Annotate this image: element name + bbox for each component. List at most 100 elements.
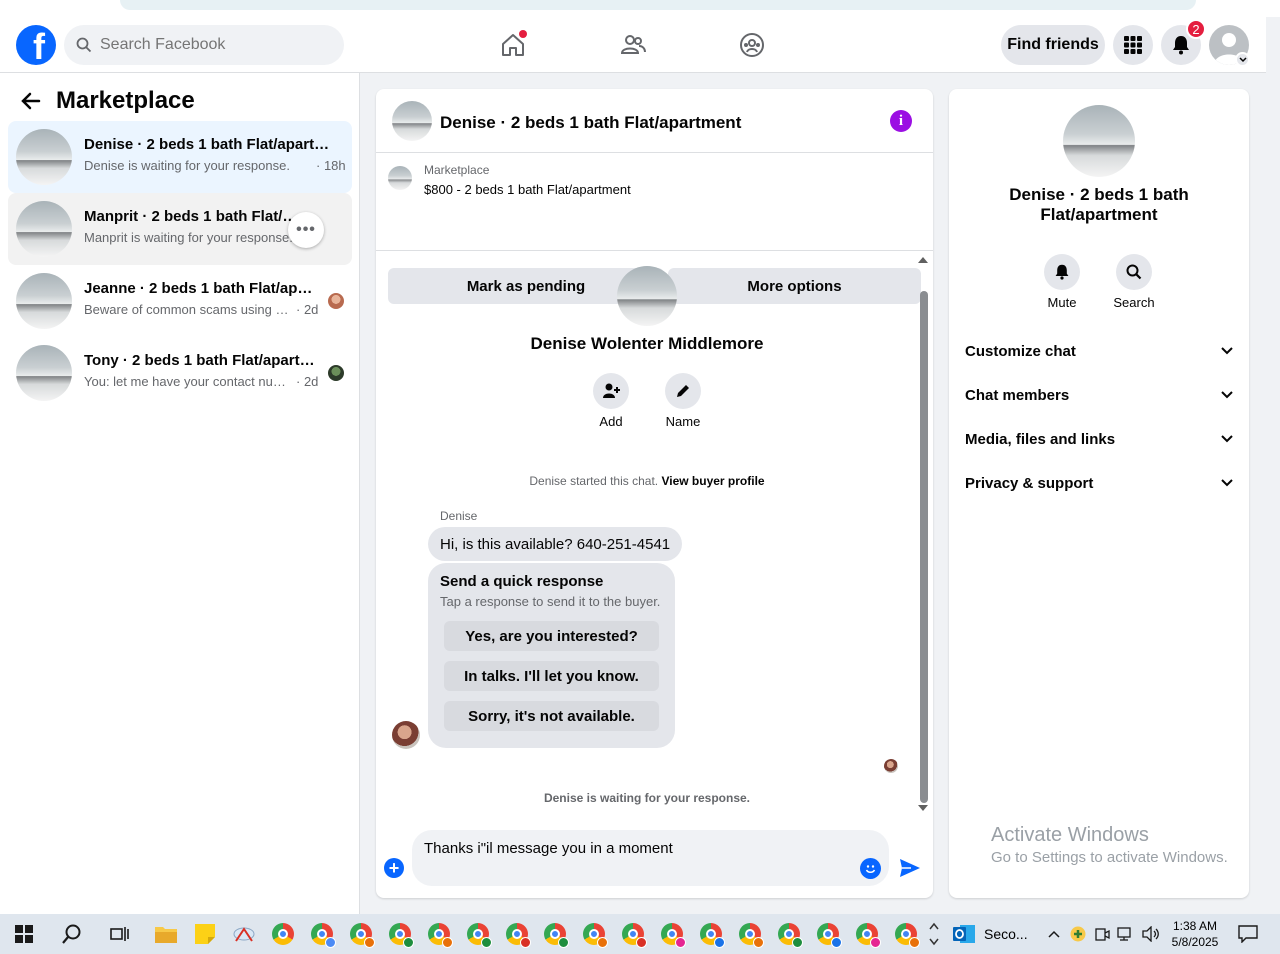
conversation-time: · 2d bbox=[296, 374, 319, 389]
chevron-down-icon[interactable] bbox=[1235, 52, 1250, 67]
conversation-title: Manprit · 2 beds 1 bath Flat/ap... bbox=[84, 208, 304, 225]
conversation-preview: You: let me have your contact num... bbox=[84, 374, 290, 389]
chrome-profile-icon[interactable] bbox=[658, 920, 687, 948]
home-icon[interactable] bbox=[497, 29, 529, 61]
started-text: Denise started this chat. bbox=[529, 474, 659, 488]
action-center-icon[interactable] bbox=[1234, 920, 1262, 948]
quick-reply-button[interactable]: In talks. I'll let you know. bbox=[444, 661, 659, 691]
plus-icon[interactable]: + bbox=[384, 858, 404, 878]
message-composer[interactable]: Thanks i"il message you in a moment bbox=[412, 830, 889, 886]
page-scrollbar[interactable] bbox=[1266, 17, 1280, 914]
chrome-profile-icon[interactable] bbox=[736, 920, 764, 948]
top-navbar: f Find friends 2 bbox=[0, 17, 1266, 73]
profile-badge-icon bbox=[636, 937, 648, 948]
privacy-support-row[interactable]: Privacy & support bbox=[965, 471, 1233, 495]
mute-bell-icon[interactable] bbox=[1044, 254, 1080, 290]
profile-badge-icon bbox=[519, 937, 531, 948]
edit-pencil-icon[interactable] bbox=[665, 373, 701, 409]
sticky-notes-icon[interactable] bbox=[191, 920, 219, 948]
plus-app-icon[interactable] bbox=[1068, 920, 1088, 948]
menu-grid-icon[interactable] bbox=[1113, 25, 1153, 65]
chrome-profile-icon[interactable] bbox=[619, 920, 648, 948]
sidebar-title: Marketplace bbox=[56, 87, 195, 114]
search-input[interactable] bbox=[100, 36, 320, 54]
incoming-message[interactable]: Hi, is this available? 640-251-4541 bbox=[428, 527, 683, 561]
taskbar-clock[interactable]: 1:38 AM 5/8/2025 bbox=[1168, 918, 1222, 950]
network-icon[interactable] bbox=[1116, 920, 1136, 948]
chat-members-row[interactable]: Chat members bbox=[965, 383, 1233, 407]
search-box[interactable] bbox=[64, 25, 344, 65]
chevron-down-icon bbox=[1221, 479, 1233, 487]
groups-icon[interactable] bbox=[736, 29, 768, 61]
chevron-down-icon bbox=[1221, 435, 1233, 443]
profile-badge-icon bbox=[869, 937, 881, 948]
customize-chat-row[interactable]: Customize chat bbox=[965, 339, 1233, 363]
task-view-icon[interactable] bbox=[106, 920, 134, 948]
more-options-icon[interactable]: ••• bbox=[288, 212, 324, 248]
chrome-icon[interactable] bbox=[269, 920, 297, 948]
listing-thumbnail bbox=[16, 201, 72, 257]
taskbar-scroll-arrows[interactable] bbox=[927, 920, 941, 948]
snipping-tool-icon[interactable] bbox=[230, 920, 258, 948]
scroll-up-arrow[interactable] bbox=[918, 257, 928, 263]
profile-badge-icon bbox=[363, 937, 375, 948]
home-notification-dot bbox=[519, 30, 527, 38]
conversation-preview: Beware of common scams using p... bbox=[84, 302, 290, 317]
sender-avatar[interactable] bbox=[392, 721, 420, 749]
listing-avatar bbox=[1063, 105, 1135, 177]
friends-icon[interactable] bbox=[617, 29, 649, 61]
search-icon[interactable] bbox=[1116, 254, 1152, 290]
chrome-profile-icon[interactable] bbox=[814, 920, 842, 948]
more-options-button[interactable]: More options bbox=[668, 268, 921, 304]
back-arrow-icon[interactable] bbox=[20, 90, 42, 112]
media-files-links-row[interactable]: Media, files and links bbox=[965, 427, 1233, 451]
info-icon[interactable]: i bbox=[890, 110, 912, 132]
buyer-name: Denise Wolenter Middlemore bbox=[530, 334, 764, 353]
windows-start-icon[interactable] bbox=[10, 920, 38, 948]
file-explorer-icon[interactable] bbox=[152, 920, 180, 948]
conversation-item[interactable]: Jeanne · 2 beds 1 bath Flat/apar... Bewa… bbox=[8, 265, 352, 337]
chrome-profile-icon[interactable] bbox=[464, 920, 492, 948]
chrome-profile-icon[interactable] bbox=[386, 920, 414, 948]
emoji-icon[interactable] bbox=[860, 858, 881, 879]
quick-response-title: Send a quick response bbox=[440, 573, 604, 590]
chrome-profile-icon[interactable] bbox=[580, 920, 609, 948]
chrome-profile-icon[interactable] bbox=[892, 920, 920, 948]
chat-started-note: Denise started this chat. View buyer pro… bbox=[376, 474, 918, 488]
chrome-profile-icon[interactable] bbox=[853, 920, 881, 948]
add-person-icon[interactable] bbox=[593, 373, 629, 409]
chrome-profile-icon[interactable] bbox=[541, 920, 570, 948]
search-icon[interactable] bbox=[58, 920, 86, 948]
find-friends-button[interactable]: Find friends bbox=[1001, 25, 1105, 65]
quick-reply-button[interactable]: Yes, are you interested? bbox=[444, 621, 659, 651]
listing-price[interactable]: $800 - 2 beds 1 bath Flat/apartment bbox=[424, 182, 631, 197]
send-icon[interactable] bbox=[898, 856, 922, 880]
add-label: Add bbox=[599, 414, 623, 429]
facebook-logo-icon[interactable]: f bbox=[16, 25, 56, 65]
chrome-profile-icon[interactable] bbox=[347, 920, 375, 948]
search-icon bbox=[76, 37, 92, 53]
chrome-profile-icon[interactable] bbox=[775, 920, 803, 948]
chevron-up-icon[interactable] bbox=[1044, 920, 1064, 948]
chrome-profile-icon[interactable] bbox=[425, 920, 453, 948]
meet-now-icon[interactable] bbox=[1092, 920, 1112, 948]
message-input[interactable]: Thanks i"il message you in a moment bbox=[424, 840, 844, 880]
quick-reply-button[interactable]: Sorry, it's not available. bbox=[444, 701, 659, 731]
chrome-profile-icon[interactable] bbox=[697, 920, 725, 948]
scroll-down-arrow[interactable] bbox=[918, 805, 928, 811]
outlook-taskbar-item[interactable]: Seco... bbox=[952, 918, 1036, 950]
view-buyer-profile-link[interactable]: View buyer profile bbox=[661, 474, 764, 488]
notification-count-badge: 2 bbox=[1186, 19, 1206, 39]
chat-scrollbar[interactable] bbox=[920, 291, 928, 803]
chat-title[interactable]: Denise · 2 beds 1 bath Flat/apartment bbox=[440, 113, 741, 133]
volume-icon[interactable] bbox=[1140, 920, 1162, 948]
conversation-item[interactable]: Tony · 2 beds 1 bath Flat/apartm... You:… bbox=[8, 337, 352, 409]
listing-summary: Marketplace $800 - 2 beds 1 bath Flat/ap… bbox=[376, 153, 933, 304]
seen-receipt-avatar bbox=[884, 759, 898, 773]
chrome-profile-icon[interactable] bbox=[503, 920, 531, 948]
conversation-item[interactable]: Denise · 2 beds 1 bath Flat/apartm... De… bbox=[8, 121, 352, 193]
chrome-profile-icon[interactable] bbox=[308, 920, 336, 948]
profile-badge-icon bbox=[830, 937, 842, 948]
conversation-time: · 2d bbox=[296, 302, 319, 317]
conversation-item[interactable]: Manprit · 2 beds 1 bath Flat/ap... Manpr… bbox=[8, 193, 352, 265]
